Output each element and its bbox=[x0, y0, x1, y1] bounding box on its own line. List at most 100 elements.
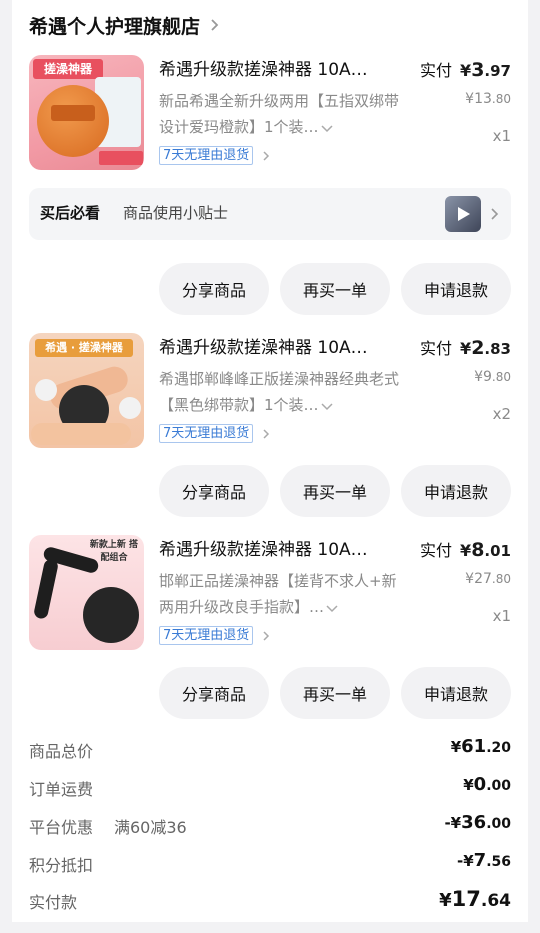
page-bottom-gap bbox=[0, 922, 540, 933]
price-integer: 8 bbox=[471, 539, 485, 561]
product-spec[interactable]: 邯郸正品搓澡神器【搓背不求人+新两用升级改良手指款】… bbox=[159, 568, 409, 620]
platform-discount-label: 平台优惠 bbox=[29, 818, 94, 837]
price-decimal: .01 bbox=[484, 542, 511, 560]
share-button[interactable]: 分享商品 bbox=[159, 667, 269, 719]
goods-total-value: ¥61.20 bbox=[451, 736, 511, 757]
chevron-right-icon bbox=[211, 19, 219, 31]
original-price-dec: .80 bbox=[491, 370, 511, 384]
return-policy-label: 7天无理由退货 bbox=[159, 626, 254, 645]
refund-button[interactable]: 申请退款 bbox=[401, 465, 511, 517]
original-price-int: ¥9 bbox=[474, 369, 492, 385]
shipping-value: ¥0.00 bbox=[463, 774, 511, 795]
share-button[interactable]: 分享商品 bbox=[159, 465, 269, 517]
paid-price: 实付 ¥ 2 .83 bbox=[420, 335, 511, 359]
price-integer: 3 bbox=[471, 59, 485, 81]
price-integer: 2 bbox=[471, 337, 485, 359]
currency-symbol: ¥ bbox=[460, 61, 472, 80]
points-deduction-label: 积分抵扣 bbox=[29, 856, 94, 875]
order-item[interactable]: 希遇 · 搓澡神器 希遇升级款搓澡神器 10A… 希遇邯郸峰峰正版搓澡神器经典老… bbox=[12, 333, 528, 453]
chevron-right-icon bbox=[263, 630, 270, 641]
goods-total-label: 商品总价 bbox=[29, 742, 94, 761]
currency-symbol: ¥ bbox=[460, 339, 472, 358]
original-price-int: ¥27 bbox=[465, 571, 492, 587]
shop-name: 希遇个人护理旗舰店 bbox=[29, 15, 201, 38]
paid-label: 实付 bbox=[420, 541, 453, 560]
amount-integer: 17 bbox=[451, 887, 481, 911]
currency-symbol: ¥ bbox=[463, 776, 474, 794]
amount-paid-value: ¥17.64 bbox=[439, 887, 511, 911]
thumb-label: 搓澡神器 bbox=[33, 59, 103, 79]
product-spec-text: 邯郸正品搓澡神器【搓背不求人+新两用升级改良手指款】… bbox=[159, 572, 397, 616]
product-image[interactable]: 新款上新 搭配组合 bbox=[29, 535, 144, 650]
points-deduction-value: -¥7.56 bbox=[457, 850, 511, 871]
currency-symbol: -¥ bbox=[444, 814, 462, 832]
product-spec[interactable]: 新品希遇全新升级两用【五指双绑带设计爱玛橙款】1个装… bbox=[159, 88, 409, 140]
goods-total-row: 商品总价 ¥61.20 bbox=[29, 736, 511, 766]
paid-price: 实付 ¥ 8 .01 bbox=[420, 537, 511, 561]
return-policy-tag[interactable]: 7天无理由退货 bbox=[159, 146, 271, 165]
amount-integer: 61 bbox=[461, 736, 487, 757]
paid-label: 实付 bbox=[420, 339, 453, 358]
chevron-right-icon bbox=[263, 150, 270, 161]
currency-symbol: -¥ bbox=[456, 852, 474, 870]
platform-discount-row: 平台优惠 满60减36 -¥36.00 bbox=[29, 812, 511, 842]
price-decimal: .97 bbox=[484, 62, 511, 80]
chevron-right-icon bbox=[263, 428, 270, 439]
chevron-down-icon bbox=[321, 124, 333, 132]
amount-paid-row: 实付款 ¥17.64 bbox=[29, 887, 511, 917]
currency-symbol: ¥ bbox=[460, 541, 472, 560]
thumb-label: 希遇 · 搓澡神器 bbox=[35, 339, 133, 357]
original-price-int: ¥13 bbox=[465, 91, 492, 107]
return-policy-tag[interactable]: 7天无理由退货 bbox=[159, 626, 271, 645]
currency-symbol: ¥ bbox=[450, 738, 462, 756]
amount-decimal: .64 bbox=[480, 891, 511, 911]
shipping-label: 订单运费 bbox=[29, 780, 94, 799]
shipping-row: 订单运费 ¥0.00 bbox=[29, 774, 511, 804]
item-actions: 分享商品 再买一单 申请退款 bbox=[12, 465, 528, 517]
product-image[interactable]: 希遇 · 搓澡神器 bbox=[29, 333, 144, 448]
paid-label: 实付 bbox=[420, 61, 453, 80]
paid-price: 实付 ¥ 3 .97 bbox=[420, 57, 511, 81]
return-policy-tag[interactable]: 7天无理由退货 bbox=[159, 424, 271, 443]
usage-tips-banner[interactable]: 买后必看 商品使用小贴士 bbox=[29, 188, 511, 240]
amount-decimal: .20 bbox=[486, 740, 511, 756]
product-title[interactable]: 希遇升级款搓澡神器 10A… bbox=[159, 335, 409, 361]
rebuy-button[interactable]: 再买一单 bbox=[280, 667, 390, 719]
return-policy-label: 7天无理由退货 bbox=[159, 424, 254, 443]
order-item[interactable]: 搓澡神器 希遇升级款搓澡神器 10A… 新品希遇全新升级两用【五指双绑带设计爱玛… bbox=[12, 55, 528, 175]
shop-header[interactable]: 希遇个人护理旗舰店 bbox=[29, 10, 222, 40]
product-title[interactable]: 希遇升级款搓澡神器 10A… bbox=[159, 537, 409, 563]
quantity: x1 bbox=[492, 607, 511, 625]
amount-integer: 7 bbox=[473, 850, 487, 871]
amount-decimal: .00 bbox=[486, 816, 511, 832]
platform-discount-note: 满60减36 bbox=[114, 818, 187, 837]
product-spec-text: 希遇邯郸峰峰正版搓澡神器经典老式【黑色绑带款】1个装… bbox=[159, 370, 400, 414]
item-actions: 分享商品 再买一单 申请退款 bbox=[12, 667, 528, 719]
chevron-right-icon bbox=[491, 208, 499, 220]
amount-decimal: .00 bbox=[486, 778, 511, 794]
product-title[interactable]: 希遇升级款搓澡神器 10A… bbox=[159, 57, 409, 83]
quantity: x1 bbox=[492, 127, 511, 145]
product-image[interactable]: 搓澡神器 bbox=[29, 55, 144, 170]
refund-button[interactable]: 申请退款 bbox=[401, 667, 511, 719]
rebuy-button[interactable]: 再买一单 bbox=[280, 465, 390, 517]
order-item[interactable]: 新款上新 搭配组合 希遇升级款搓澡神器 10A… 邯郸正品搓澡神器【搓背不求人+… bbox=[12, 535, 528, 655]
video-thumbnail[interactable] bbox=[445, 196, 481, 232]
play-icon bbox=[458, 207, 470, 221]
share-button[interactable]: 分享商品 bbox=[159, 263, 269, 315]
tips-text: 商品使用小贴士 bbox=[123, 204, 229, 222]
chevron-down-icon bbox=[321, 402, 333, 410]
refund-button[interactable]: 申请退款 bbox=[401, 263, 511, 315]
points-deduction-row: 积分抵扣 -¥7.56 bbox=[29, 850, 511, 880]
rebuy-button[interactable]: 再买一单 bbox=[280, 263, 390, 315]
platform-discount-value: -¥36.00 bbox=[444, 812, 511, 833]
amount-paid-label: 实付款 bbox=[29, 893, 78, 912]
original-price: ¥13.80 bbox=[465, 91, 511, 107]
original-price-dec: .80 bbox=[491, 92, 511, 106]
original-price-dec: .80 bbox=[491, 572, 511, 586]
currency-symbol: ¥ bbox=[439, 890, 452, 911]
quantity: x2 bbox=[492, 405, 511, 423]
amount-integer: 0 bbox=[473, 774, 487, 795]
original-price: ¥27.80 bbox=[465, 571, 511, 587]
product-spec[interactable]: 希遇邯郸峰峰正版搓澡神器经典老式【黑色绑带款】1个装… bbox=[159, 366, 409, 418]
